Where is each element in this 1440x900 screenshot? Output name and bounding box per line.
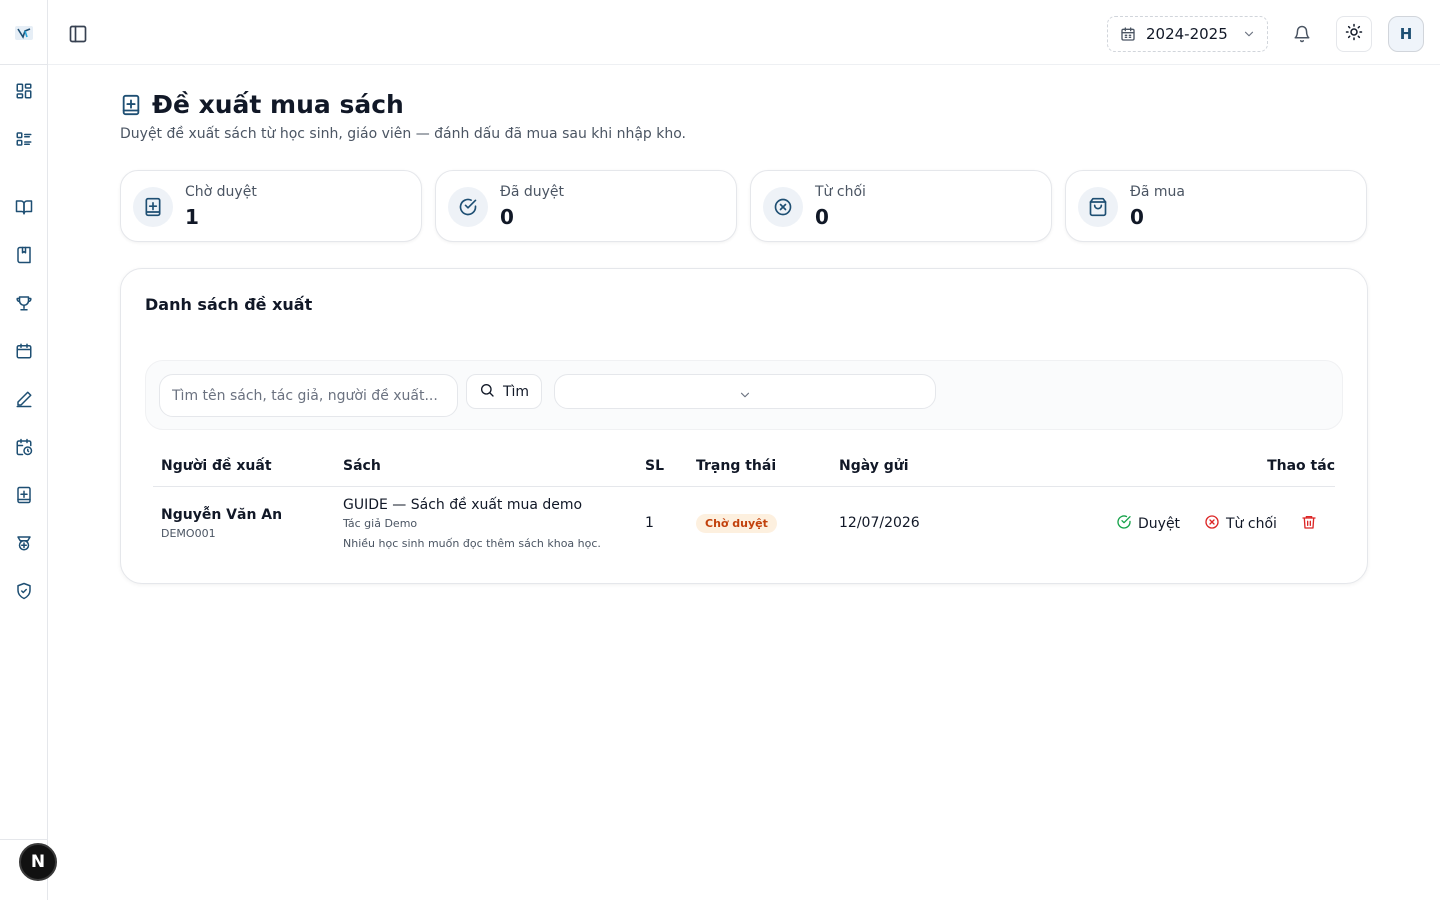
page-header: Đề xuất mua sách — [120, 90, 404, 119]
column-header-actions: Thao tác — [1267, 458, 1335, 474]
search-input[interactable] — [159, 374, 458, 417]
shield-check-icon[interactable] — [15, 582, 33, 600]
nextjs-dev-indicator-button[interactable]: N — [19, 843, 57, 881]
calendar-clock-icon[interactable] — [15, 438, 33, 456]
bell-icon[interactable] — [1293, 25, 1311, 43]
column-header-proposer[interactable]: Người đề xuất — [161, 458, 272, 474]
pen-icon[interactable] — [15, 390, 33, 408]
theme-toggle-button[interactable] — [1336, 16, 1372, 52]
avatar[interactable]: H — [1388, 16, 1424, 52]
book-title: GUIDE — Sách đề xuất mua demo — [343, 497, 583, 513]
academic-year-select[interactable]: 2024-2025 — [1107, 16, 1268, 52]
reject-button[interactable]: Từ chối — [1204, 514, 1277, 534]
x-circle-icon — [763, 187, 803, 227]
quantity: 1 — [645, 515, 654, 531]
stat-card-rejected: Từ chối 0 — [750, 170, 1052, 242]
book-open-icon[interactable] — [15, 198, 33, 216]
book-bookmark-icon[interactable] — [15, 246, 33, 264]
stat-label: Đã mua — [1130, 184, 1185, 200]
academic-year-value: 2024-2025 — [1146, 25, 1228, 43]
stat-label: Chờ duyệt — [185, 184, 257, 200]
book-plus-icon[interactable] — [15, 486, 33, 504]
status-badge-wrap: Chờ duyệt — [696, 512, 777, 533]
x-circle-icon — [1204, 514, 1220, 534]
chevron-down-icon — [1242, 27, 1256, 41]
search-icon — [479, 382, 495, 402]
list-icon[interactable] — [15, 130, 33, 148]
proposal-list-card: Danh sách đề xuất Tìm Người đề xuất Sách… — [120, 268, 1368, 584]
approve-button-label: Duyệt — [1138, 516, 1181, 532]
filter-bar: Tìm — [145, 360, 1343, 430]
delete-button[interactable] — [1301, 514, 1317, 534]
book-plus-icon — [120, 93, 142, 117]
reject-button-label: Từ chối — [1226, 516, 1277, 532]
column-header-status[interactable]: Trạng thái — [696, 458, 776, 474]
sidebar-divider — [0, 64, 48, 65]
stat-label: Từ chối — [815, 184, 866, 200]
book-author: Tác giả Demo — [343, 517, 418, 530]
stat-value: 1 — [185, 205, 199, 229]
chevron-down-icon — [738, 387, 752, 401]
page-title: Đề xuất mua sách — [152, 90, 404, 119]
topbar: 2024-2025 H — [48, 0, 1440, 65]
search-button[interactable]: Tìm — [466, 374, 542, 409]
approve-button[interactable]: Duyệt — [1116, 514, 1180, 534]
column-header-book[interactable]: Sách — [343, 458, 381, 474]
calendar-icon — [1120, 26, 1136, 42]
shopping-bag-icon — [1078, 187, 1118, 227]
check-circle-icon — [1116, 514, 1132, 534]
column-header-date[interactable]: Ngày gửi — [839, 458, 909, 474]
trophy-icon[interactable] — [15, 294, 33, 312]
app-logo[interactable] — [14, 24, 34, 42]
dashboard-icon[interactable] — [15, 82, 33, 100]
stat-value: 0 — [815, 205, 829, 229]
status-badge: Chờ duyệt — [696, 514, 777, 533]
stat-card-purchased: Đã mua 0 — [1065, 170, 1367, 242]
sidebar-bottom-divider — [0, 839, 48, 840]
proposer-name: Nguyễn Văn An — [161, 507, 283, 523]
book-plus-icon — [133, 187, 173, 227]
search-button-label: Tìm — [502, 383, 530, 400]
book-note: Nhiều học sinh muốn đọc thêm sách khoa h… — [343, 537, 601, 550]
sidebar — [0, 0, 48, 900]
column-header-qty[interactable]: SL — [645, 458, 664, 474]
status-filter-select[interactable] — [554, 374, 936, 409]
proposer-code: DEMO001 — [161, 527, 216, 540]
page-subtitle: Duyệt đề xuất sách từ học sinh, giáo viê… — [120, 126, 687, 142]
stat-card-pending: Chờ duyệt 1 — [120, 170, 422, 242]
check-circle-icon — [448, 187, 488, 227]
award-icon[interactable] — [15, 534, 33, 552]
table-row: Nguyễn Văn An DEMO001 GUIDE — Sách đề xu… — [153, 487, 1335, 559]
list-title: Danh sách đề xuất — [145, 295, 313, 314]
stat-value: 0 — [1130, 205, 1144, 229]
stat-label: Đã duyệt — [500, 184, 565, 200]
stat-card-approved: Đã duyệt 0 — [435, 170, 737, 242]
stat-value: 0 — [500, 205, 514, 229]
sun-icon — [1345, 23, 1363, 45]
sidebar-toggle-icon[interactable] — [68, 24, 88, 44]
calendar-icon[interactable] — [15, 342, 33, 360]
table-header: Người đề xuất Sách SL Trạng thái Ngày gử… — [153, 447, 1335, 487]
submitted-date: 12/07/2026 — [839, 515, 920, 531]
trash-icon — [1301, 515, 1317, 534]
